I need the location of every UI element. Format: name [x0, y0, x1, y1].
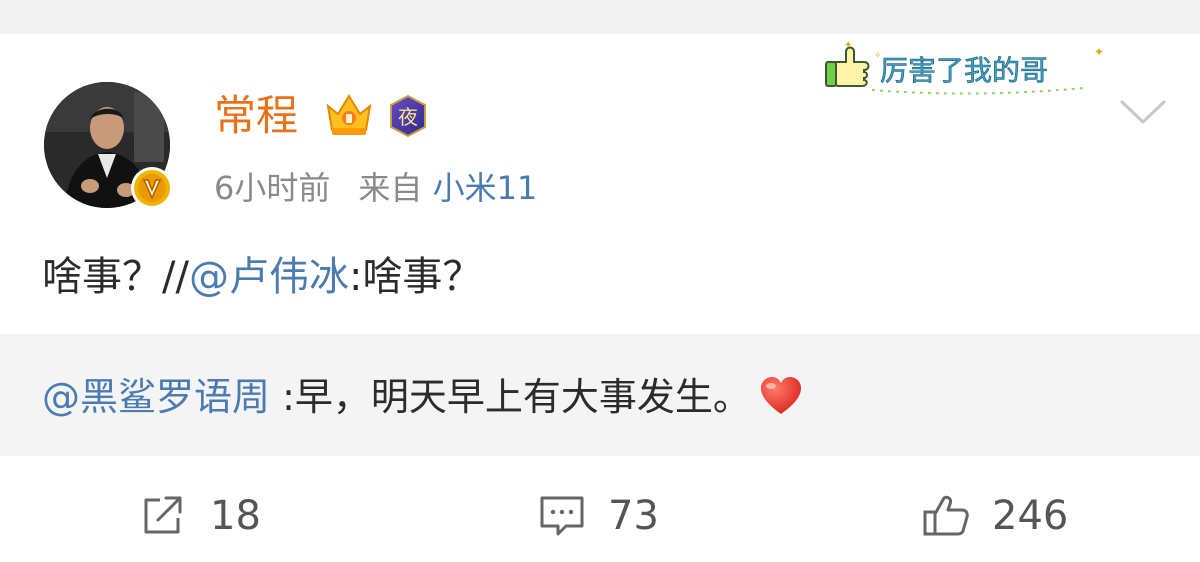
author-avatar[interactable]: [44, 82, 174, 212]
thumbs-up-icon: [923, 495, 969, 536]
repost-author-link[interactable]: @黑鲨罗语周: [42, 375, 270, 419]
sticker-text: 厉害了我的哥: [880, 54, 1048, 87]
post-text-lead: 啥事？//: [42, 254, 189, 300]
post-text-tail: :啥事？: [348, 254, 483, 300]
comment-button[interactable]: 73: [538, 494, 659, 538]
more-chevron-icon[interactable]: [1118, 96, 1168, 128]
author-name[interactable]: 常程: [214, 88, 298, 144]
post-meta: 6小时前 来自 小米11: [214, 166, 537, 210]
comment-icon: [540, 496, 584, 536]
post-body: 啥事？//@卢伟冰:啥事？: [42, 250, 482, 304]
repost-count: 18: [210, 493, 261, 539]
like-button[interactable]: 246: [922, 494, 1068, 538]
repost-text: :早，明天早上有大事发生。: [270, 375, 751, 419]
svg-text:✦: ✦: [844, 40, 852, 51]
decorative-sticker: ✦ ✧ ✦ 厉害了我的哥: [824, 38, 1120, 96]
svg-text:✦: ✦: [1094, 45, 1104, 59]
like-count: 246: [992, 493, 1069, 539]
post-time: 6小时前: [214, 169, 331, 207]
repost-box[interactable]: @黑鲨罗语周 :早，明天早上有大事发生。: [0, 334, 1200, 456]
night-badge-label: 夜: [398, 105, 418, 129]
repost-button[interactable]: 18: [140, 494, 261, 538]
mention-link[interactable]: @卢伟冰: [189, 254, 349, 300]
top-separator: [0, 0, 1200, 34]
repost-body: @黑鲨罗语周 :早，明天早上有大事发生。: [42, 372, 803, 422]
post-source-link[interactable]: 小米11: [433, 169, 538, 207]
action-bar: 18 73 246: [0, 456, 1200, 562]
night-badge-icon: 夜: [386, 94, 430, 138]
share-icon: [144, 496, 182, 534]
v-badge-icon: [130, 166, 174, 210]
crown-icon: [324, 92, 374, 138]
heart-icon: [759, 376, 803, 416]
source-prefix: 来自: [358, 169, 423, 207]
comment-count: 73: [608, 493, 659, 539]
